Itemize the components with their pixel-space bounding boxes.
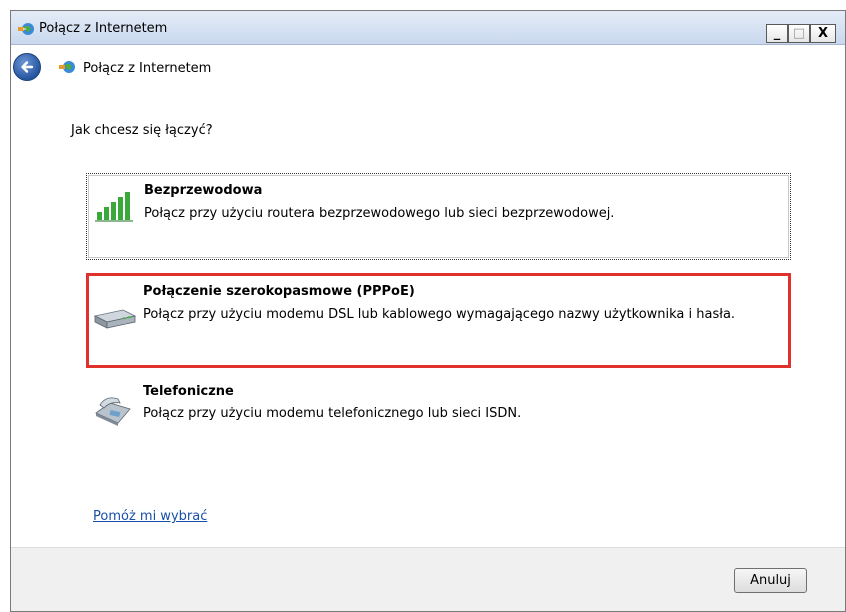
title-bar[interactable]: Połącz z Internetem _ □ X [11, 11, 845, 45]
back-button[interactable] [13, 53, 41, 81]
close-button[interactable]: X [810, 24, 836, 43]
dialup-phone-icon [95, 397, 131, 426]
option-wireless[interactable]: Bezprzewodowa Połącz przy użyciu routera… [86, 173, 791, 260]
connect-dialog-window: Połącz z Internetem _ □ X Połącz z Inter… [10, 10, 846, 612]
cancel-button[interactable]: Anuluj [734, 568, 807, 593]
window-title: Połącz z Internetem [39, 21, 168, 36]
option-dialup-title: Telefoniczne [143, 384, 234, 399]
network-globe-icon [59, 61, 75, 73]
option-wireless-title: Bezprzewodowa [144, 183, 263, 198]
maximize-button[interactable]: □ [788, 24, 810, 43]
option-dialup-description: Połącz przy użyciu modemu telefonicznego… [143, 406, 522, 421]
option-wireless-description: Połącz przy użyciu routera bezprzewodowe… [144, 206, 615, 221]
minimize-button[interactable]: _ [766, 24, 788, 43]
option-broadband-title: Połączenie szerokopasmowe (PPPoE) [143, 284, 415, 299]
broadband-modem-icon [93, 309, 137, 329]
dialog-footer: Anuluj [11, 547, 845, 611]
option-dialup[interactable]: Telefoniczne Połącz przy użyciu modemu t… [86, 379, 791, 439]
option-broadband-description: Połącz przy użyciu modemu DSL lub kablow… [143, 307, 736, 322]
connection-question: Jak chcesz się łączyć? [71, 123, 213, 138]
back-arrow-icon [21, 61, 34, 73]
page-title: Połącz z Internetem [83, 61, 212, 76]
network-globe-icon [18, 23, 34, 35]
wireless-signal-icon [95, 192, 133, 222]
navigation-bar: Połącz z Internetem [11, 45, 845, 85]
option-broadband-pppoe[interactable]: Połączenie szerokopasmowe (PPPoE) Połącz… [86, 273, 791, 368]
help-me-choose-link[interactable]: Pomóż mi wybrać [93, 509, 207, 524]
